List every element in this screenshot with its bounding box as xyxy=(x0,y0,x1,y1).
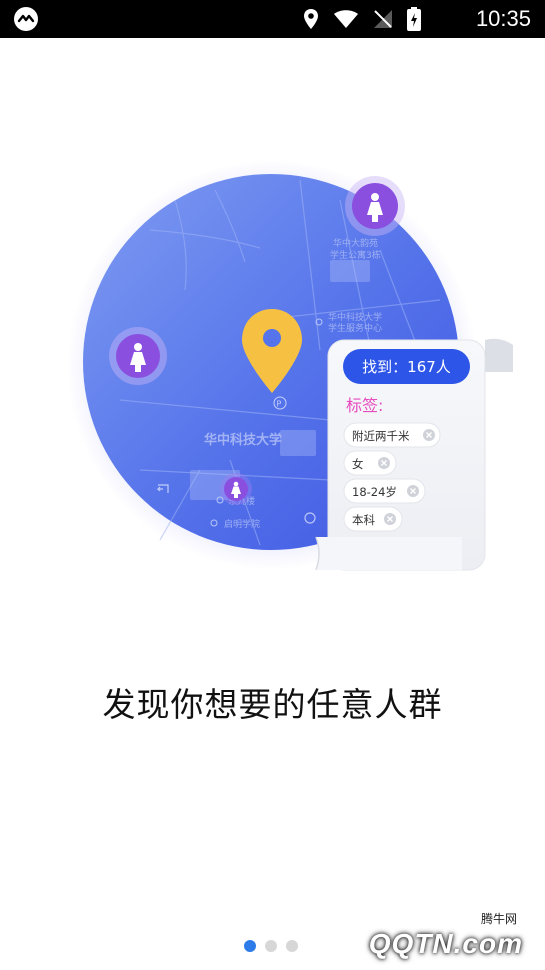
map-label-service-center-2: 学生服务中心 xyxy=(328,322,382,334)
page-dot-3[interactable] xyxy=(286,940,298,952)
map-label-college: 启明学院 xyxy=(224,518,260,530)
tags-title: 标签: xyxy=(346,396,383,415)
location-icon xyxy=(304,9,318,29)
tag-chip-education[interactable]: 本科 xyxy=(343,506,403,532)
tag-chip-distance[interactable]: 附近两千米 xyxy=(343,422,441,448)
tag-chip-label: 本科 xyxy=(352,513,375,527)
tag-chip-label: 18-24岁 xyxy=(352,485,397,499)
battery-icon xyxy=(407,7,421,31)
hero-illustration: 华中大韵苑 学生公寓3栋 华中科技大学 学生服务中心 华中科技大学 东九楼 启明… xyxy=(67,160,513,571)
tag-chip-label: 女 xyxy=(352,457,364,471)
tag-chip-gender[interactable]: 女 xyxy=(343,450,397,476)
map-label-university: 华中科技大学 xyxy=(204,432,282,448)
clock: 10:35 xyxy=(475,6,531,31)
remove-tag-icon[interactable] xyxy=(423,429,435,441)
status-bar: 10:35 xyxy=(0,0,545,38)
page-indicator xyxy=(244,940,298,952)
page-dot-1[interactable] xyxy=(244,940,256,952)
signal-icon xyxy=(374,10,392,28)
watermark-brand: 腾牛网 xyxy=(480,912,517,926)
female-user-marker-icon xyxy=(109,327,167,385)
page-dot-2[interactable] xyxy=(265,940,277,952)
map-label-service-center: 华中科技大学 xyxy=(328,311,382,323)
found-count-label: 找到：167人 xyxy=(362,358,451,376)
map-label-apartment: 华中大韵苑 xyxy=(333,237,378,249)
onboarding-headline: 发现你想要的任意人群 xyxy=(102,685,443,724)
wifi-icon xyxy=(334,10,358,28)
remove-tag-icon[interactable] xyxy=(407,485,419,497)
tag-chip-age[interactable]: 18-24岁 xyxy=(343,478,426,504)
filter-result-card: 找到：167人 标签: 附近两千米 女 18-24岁 本科 xyxy=(315,338,513,571)
watermark-logo: QQTN.com xyxy=(368,928,523,959)
female-user-marker-icon xyxy=(345,176,405,236)
female-user-marker-icon xyxy=(220,473,252,505)
watermark: 腾牛网 QQTN.com xyxy=(330,902,535,962)
map-label-apartment-2: 学生公寓3栋 xyxy=(330,249,381,261)
parking-label: P xyxy=(277,400,282,409)
remove-tag-icon[interactable] xyxy=(384,513,396,525)
remove-tag-icon[interactable] xyxy=(378,457,390,469)
app-notification-icon xyxy=(14,7,38,31)
tag-chip-label: 附近两千米 xyxy=(352,429,410,443)
